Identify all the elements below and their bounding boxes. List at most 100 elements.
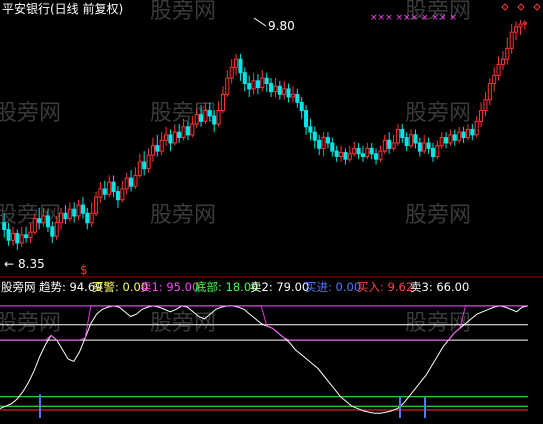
low-price-label: 8.35	[18, 257, 45, 271]
candle	[321, 132, 326, 157]
diamond-markers	[501, 3, 541, 11]
candle	[387, 132, 392, 154]
candle	[487, 78, 492, 106]
legend-item: 股旁网	[1, 280, 36, 294]
watermark-text: 股旁网	[150, 311, 216, 336]
candle	[146, 148, 151, 173]
candle	[15, 229, 20, 250]
candle	[483, 91, 488, 116]
candle	[67, 202, 72, 222]
candle	[356, 142, 361, 160]
candle	[159, 132, 164, 156]
watermark-text: 股旁网	[405, 101, 471, 126]
candle	[133, 167, 138, 189]
candle	[111, 175, 116, 198]
candle	[120, 180, 125, 203]
candle	[247, 75, 252, 98]
candle	[299, 97, 304, 119]
candle	[150, 137, 155, 162]
candle	[435, 140, 440, 160]
candle	[417, 137, 422, 157]
candle	[400, 124, 405, 143]
candle	[325, 132, 330, 149]
candle	[124, 172, 129, 195]
buy-marker-icon: $	[80, 263, 88, 277]
candle	[505, 37, 510, 65]
candle	[369, 142, 374, 160]
candle	[10, 226, 15, 246]
indicator-panel: 股旁网 趋势: 94.69买警: 0.00卖1: 95.00底部: 18.00卖2…	[0, 280, 529, 418]
candle	[474, 115, 479, 138]
candle	[509, 24, 514, 54]
candle	[352, 141, 357, 157]
candle	[452, 129, 457, 146]
candle	[360, 145, 365, 162]
candle	[225, 70, 230, 98]
candle	[461, 126, 466, 143]
legend-item: 买入: 9.62	[357, 280, 413, 294]
candle	[63, 205, 68, 225]
candle	[347, 145, 352, 162]
price-panel: 平安银行(日线 前复权) ××× ××× × ×× × 9.80 ← 8.35 …	[2, 1, 541, 277]
candle	[234, 53, 239, 76]
candle	[168, 129, 173, 152]
candle	[409, 129, 414, 149]
candle	[470, 124, 475, 141]
candle	[365, 142, 370, 160]
diamond-marker	[517, 3, 525, 11]
candle	[251, 72, 256, 95]
diamond-marker	[533, 3, 541, 11]
candle	[286, 83, 291, 103]
candle	[304, 105, 309, 135]
candle	[216, 101, 221, 127]
candle	[374, 148, 379, 165]
legend-item: 卖2: 79.00	[250, 280, 309, 294]
watermark-text: 股旁网	[150, 203, 216, 228]
indicator-legend: 股旁网 趋势: 94.69买警: 0.00卖1: 95.00底部: 18.00卖2…	[1, 280, 469, 294]
candle	[107, 175, 112, 198]
candle	[142, 151, 147, 176]
candle	[496, 56, 501, 81]
candle	[500, 51, 505, 70]
candle	[155, 134, 160, 157]
candle	[330, 137, 335, 157]
candle	[308, 118, 313, 141]
candle	[76, 199, 81, 220]
candle	[115, 186, 120, 208]
candle	[269, 78, 274, 98]
candle	[229, 59, 234, 84]
candle	[277, 80, 282, 100]
candle	[439, 132, 444, 149]
candle	[238, 53, 243, 81]
candle	[19, 226, 24, 248]
signal-markers: ××× ××× × ×× ×	[370, 13, 457, 23]
legend-item: 底部: 18.00	[195, 280, 258, 294]
candle	[395, 124, 400, 146]
candle	[137, 153, 142, 179]
candle	[391, 134, 396, 152]
candle	[85, 207, 90, 230]
candle	[94, 191, 99, 216]
candle	[444, 132, 449, 149]
legend-item: 卖1: 95.00	[140, 280, 199, 294]
candle	[492, 67, 497, 92]
watermark-text: 股旁网	[150, 0, 216, 24]
candle	[80, 197, 85, 219]
candle	[448, 129, 453, 146]
candle	[518, 20, 523, 35]
candle	[514, 21, 519, 41]
candle	[172, 124, 177, 146]
stock-chart: 股旁网 股旁网股旁网 股旁网 股旁网股旁网 股旁网 股旁网股旁网 股旁网 股旁网 平安银行(日…	[0, 0, 543, 418]
watermark-text: 股旁网	[0, 311, 61, 336]
candle	[426, 137, 431, 154]
candle	[273, 78, 278, 98]
candle	[479, 102, 484, 127]
candle	[430, 142, 435, 162]
candle	[177, 124, 182, 143]
candle	[339, 145, 344, 162]
watermark-text: 股旁网	[405, 203, 471, 228]
candle	[282, 80, 287, 100]
candle	[378, 145, 383, 162]
diamond-marker	[501, 3, 509, 11]
candle	[295, 88, 300, 108]
